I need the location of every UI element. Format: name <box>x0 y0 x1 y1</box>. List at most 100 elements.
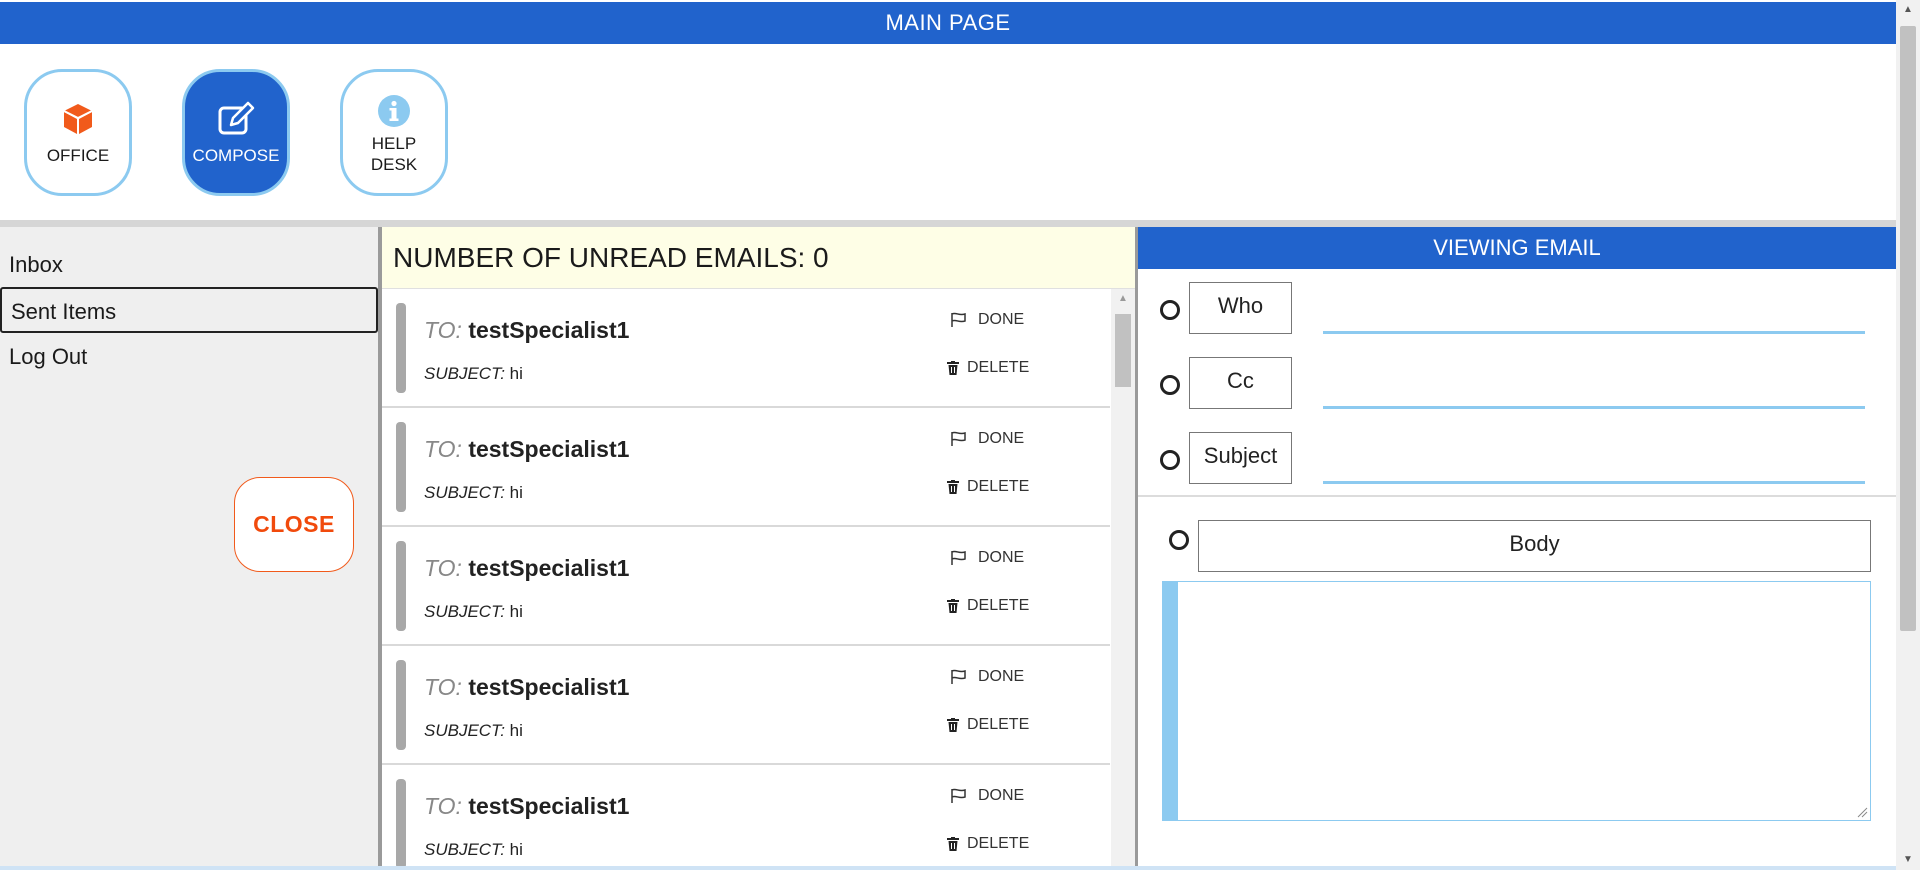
body-radio[interactable] <box>1169 530 1189 550</box>
email-item[interactable]: TO: testSpecialist1 SUBJECT: hi DONE DEL… <box>382 646 1110 765</box>
cc-input[interactable] <box>1323 363 1865 405</box>
done-label: DONE <box>978 668 1025 685</box>
email-item-marker <box>396 660 406 750</box>
cube-icon <box>58 99 98 139</box>
delete-button[interactable]: DELETE <box>947 478 1029 496</box>
section-divider <box>0 220 1896 227</box>
edit-icon <box>216 99 256 139</box>
trash-icon <box>947 837 959 851</box>
help-label-line1: HELP <box>371 133 417 153</box>
subject-value: hi <box>509 364 523 383</box>
sidebar-item-inbox[interactable]: Inbox <box>0 242 378 288</box>
delete-button[interactable]: DELETE <box>947 716 1029 734</box>
email-subject: SUBJECT: hi <box>424 483 523 503</box>
done-button[interactable]: DONE <box>950 668 1024 686</box>
to-value: testSpecialist1 <box>468 317 630 343</box>
subject-underline <box>1323 481 1865 484</box>
page-scroll-thumb[interactable] <box>1900 26 1916 631</box>
subject-input[interactable] <box>1323 438 1865 480</box>
to-value: testSpecialist1 <box>468 793 630 819</box>
viewing-email-title: VIEWING EMAIL <box>1138 227 1896 269</box>
flag-icon <box>951 669 966 684</box>
email-subject: SUBJECT: hi <box>424 721 523 741</box>
sidebar: Inbox Sent Items Log Out CLOSE <box>0 227 378 870</box>
trash-icon <box>947 599 959 613</box>
delete-button[interactable]: DELETE <box>947 359 1029 377</box>
to-key: TO: <box>424 793 462 819</box>
done-label: DONE <box>978 430 1025 447</box>
subject-radio[interactable] <box>1160 450 1180 470</box>
subject-value: hi <box>509 840 523 859</box>
email-item[interactable]: TO: testSpecialist1 SUBJECT: hi DONE DEL… <box>382 765 1110 870</box>
body-box <box>1162 581 1871 821</box>
info-icon <box>374 91 414 131</box>
scroll-up-icon[interactable]: ▲ <box>1111 289 1135 309</box>
delete-button[interactable]: DELETE <box>947 835 1029 853</box>
flag-icon <box>951 550 966 565</box>
flag-icon <box>951 431 966 446</box>
page-scrollbar[interactable]: ▲ ▼ <box>1896 0 1920 870</box>
email-list-scrollbar[interactable]: ▲ <box>1111 289 1135 870</box>
email-item[interactable]: TO: testSpecialist1 SUBJECT: hi DONE DEL… <box>382 289 1110 408</box>
email-item-marker <box>396 422 406 512</box>
email-subject: SUBJECT: hi <box>424 840 523 860</box>
scroll-down-icon[interactable]: ▼ <box>1896 850 1920 870</box>
scroll-up-icon[interactable]: ▲ <box>1896 0 1920 20</box>
to-key: TO: <box>424 317 462 343</box>
delete-button[interactable]: DELETE <box>947 597 1029 615</box>
flag-icon <box>951 788 966 803</box>
email-to: TO: testSpecialist1 <box>424 436 629 463</box>
app-window: MAIN PAGE OFFICE COMPOSE HELP DESK Inbox… <box>0 0 1920 870</box>
to-value: testSpecialist1 <box>468 555 630 581</box>
bottom-edge <box>0 866 1896 870</box>
flag-icon <box>951 312 966 327</box>
to-value: testSpecialist1 <box>468 674 630 700</box>
done-label: DONE <box>978 311 1025 328</box>
body-accent <box>1163 582 1178 820</box>
to-key: TO: <box>424 555 462 581</box>
email-to: TO: testSpecialist1 <box>424 793 629 820</box>
main-content: MAIN PAGE OFFICE COMPOSE HELP DESK Inbox… <box>0 0 1896 870</box>
who-input[interactable] <box>1323 288 1865 330</box>
subject-label: Subject <box>1189 432 1292 484</box>
body-textarea[interactable] <box>1179 582 1870 820</box>
cc-radio[interactable] <box>1160 375 1180 395</box>
viewer-separator <box>1138 495 1896 497</box>
close-button[interactable]: CLOSE <box>234 477 354 572</box>
done-button[interactable]: DONE <box>950 430 1024 448</box>
resize-grip-icon[interactable] <box>1856 806 1868 818</box>
who-field: Who <box>1138 282 1896 338</box>
email-list: TO: testSpecialist1 SUBJECT: hi DONE DEL… <box>382 289 1110 870</box>
who-label: Who <box>1189 282 1292 334</box>
toolbar: OFFICE COMPOSE HELP DESK <box>0 44 1896 220</box>
office-button[interactable]: OFFICE <box>24 69 132 196</box>
sidebar-item-sent-items[interactable]: Sent Items <box>0 287 378 333</box>
done-button[interactable]: DONE <box>950 549 1024 567</box>
trash-icon <box>947 718 959 732</box>
compose-button[interactable]: COMPOSE <box>182 69 290 196</box>
to-key: TO: <box>424 674 462 700</box>
done-button[interactable]: DONE <box>950 787 1024 805</box>
email-item-marker <box>396 541 406 631</box>
body-label: Body <box>1198 520 1871 572</box>
email-item[interactable]: TO: testSpecialist1 SUBJECT: hi DONE DEL… <box>382 527 1110 646</box>
email-subject: SUBJECT: hi <box>424 602 523 622</box>
done-label: DONE <box>978 549 1025 566</box>
delete-label: DELETE <box>967 716 1030 733</box>
done-button[interactable]: DONE <box>950 311 1024 329</box>
subject-field: Subject <box>1138 432 1896 488</box>
subject-value: hi <box>509 721 523 740</box>
who-underline <box>1323 331 1865 334</box>
to-key: TO: <box>424 436 462 462</box>
email-to: TO: testSpecialist1 <box>424 674 629 701</box>
email-list-scroll-thumb[interactable] <box>1115 314 1131 387</box>
compose-label: COMPOSE <box>192 146 280 165</box>
delete-label: DELETE <box>967 835 1030 852</box>
help-desk-button[interactable]: HELP DESK <box>340 69 448 196</box>
cc-label: Cc <box>1189 357 1292 409</box>
sidebar-item-log-out[interactable]: Log Out <box>0 334 378 380</box>
subject-value: hi <box>509 483 523 502</box>
viewing-email-pane: VIEWING EMAIL Who Cc Subject Body <box>1138 227 1896 870</box>
email-item[interactable]: TO: testSpecialist1 SUBJECT: hi DONE DEL… <box>382 408 1110 527</box>
who-radio[interactable] <box>1160 300 1180 320</box>
